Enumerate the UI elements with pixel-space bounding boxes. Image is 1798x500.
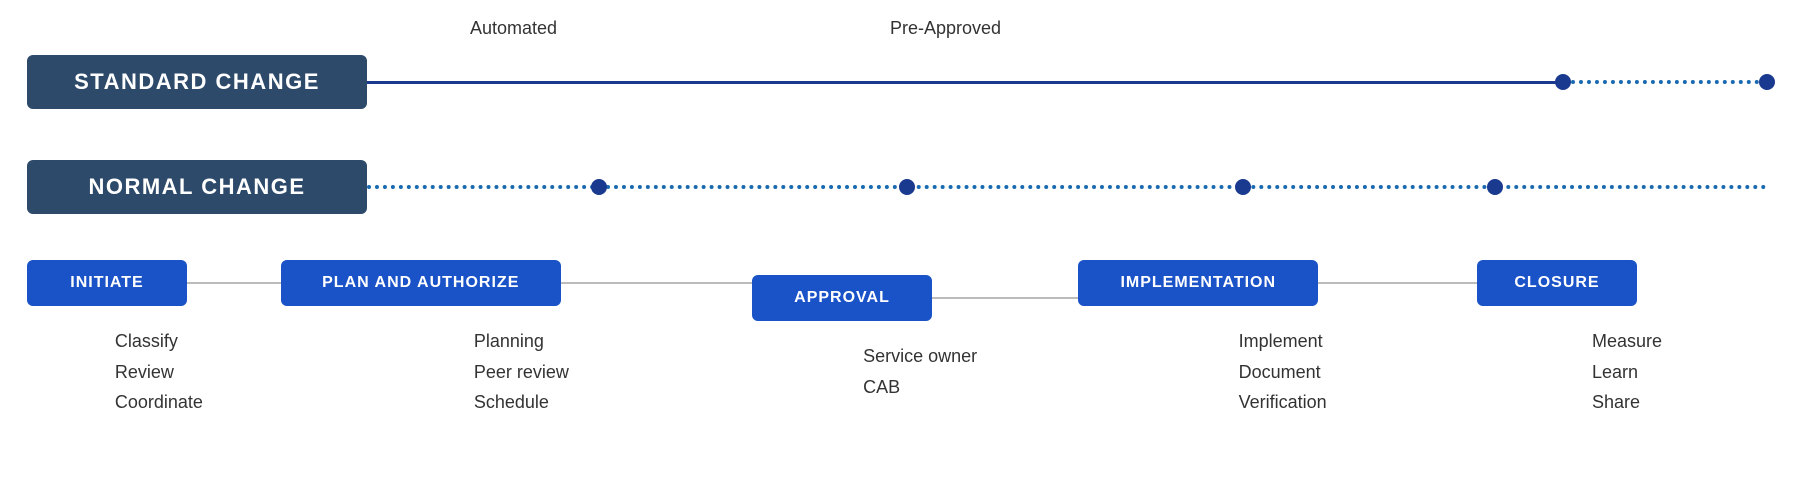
line-after-initiate (187, 282, 281, 284)
closure-item-1: Measure (1592, 326, 1662, 357)
standard-dot (1555, 74, 1571, 90)
approval-item-2: CAB (863, 372, 977, 403)
approval-items: Service owner CAB (853, 341, 977, 402)
plan-item-1: Planning (474, 326, 569, 357)
normal-dot-3 (1235, 179, 1251, 195)
implementation-button: IMPLEMENTATION (1078, 260, 1318, 306)
standard-change-line (367, 72, 1767, 92)
initiate-item-1: Classify (115, 326, 203, 357)
line-after-approval (932, 297, 1078, 299)
standard-change-label: STANDARD CHANGE (27, 55, 367, 109)
impl-item-2: Document (1239, 357, 1327, 388)
stage-col-closure: CLOSURE Measure Learn Share (1477, 260, 1767, 418)
stages-buttons-row: INITIATE Classify Review Coordinate PLAN… (27, 260, 1767, 418)
initiate-button: INITIATE (27, 260, 187, 306)
closure-items: Measure Learn Share (1582, 326, 1662, 418)
initiate-item-2: Review (115, 357, 203, 388)
impl-item-3: Verification (1239, 387, 1327, 418)
approval-item-1: Service owner (863, 341, 977, 372)
standard-solid-line (367, 81, 1567, 84)
plan-items: Planning Peer review Schedule (464, 326, 569, 418)
line-after-plan (561, 282, 752, 284)
impl-btn-row: IMPLEMENTATION (1078, 260, 1477, 306)
closure-item-2: Learn (1592, 357, 1662, 388)
stage-col-plan: PLAN AND AUTHORIZE Planning Peer review … (281, 260, 752, 418)
impl-item-1: Implement (1239, 326, 1327, 357)
normal-change-row: NORMAL CHANGE (27, 160, 1767, 214)
line-after-impl (1318, 282, 1477, 284)
normal-change-label: NORMAL CHANGE (27, 160, 367, 214)
label-preapproved: Pre-Approved (890, 18, 1001, 39)
normal-dot-1 (591, 179, 607, 195)
impl-items: Implement Document Verification (1229, 326, 1327, 418)
standard-end-dot (1759, 74, 1775, 90)
plan-item-2: Peer review (474, 357, 569, 388)
normal-dotted-line (367, 185, 1767, 189)
standard-change-row: STANDARD CHANGE (27, 55, 1767, 109)
approval-btn-row: APPROVAL (752, 275, 1078, 321)
plan-btn-row: PLAN AND AUTHORIZE (281, 260, 752, 306)
approval-button: APPROVAL (752, 275, 932, 321)
closure-btn-row: CLOSURE (1477, 260, 1767, 306)
stage-col-initiate: INITIATE Classify Review Coordinate (27, 260, 281, 418)
normal-dot-4 (1487, 179, 1503, 195)
normal-dot-2 (899, 179, 915, 195)
plan-button: PLAN AND AUTHORIZE (281, 260, 561, 306)
normal-change-line (367, 177, 1767, 197)
initiate-item-3: Coordinate (115, 387, 203, 418)
stage-col-approval: APPROVAL Service owner CAB (752, 275, 1078, 402)
closure-item-3: Share (1592, 387, 1662, 418)
initiate-items: Classify Review Coordinate (105, 326, 203, 418)
stages-section: INITIATE Classify Review Coordinate PLAN… (27, 260, 1767, 418)
stage-col-implementation: IMPLEMENTATION Implement Document Verifi… (1078, 260, 1477, 418)
standard-dotted-line (1571, 80, 1767, 84)
diagram: Automated Pre-Approved STANDARD CHANGE N… (0, 0, 1798, 500)
plan-item-3: Schedule (474, 387, 569, 418)
label-automated: Automated (470, 18, 557, 39)
closure-button: CLOSURE (1477, 260, 1637, 306)
initiate-btn-row: INITIATE (27, 260, 281, 306)
